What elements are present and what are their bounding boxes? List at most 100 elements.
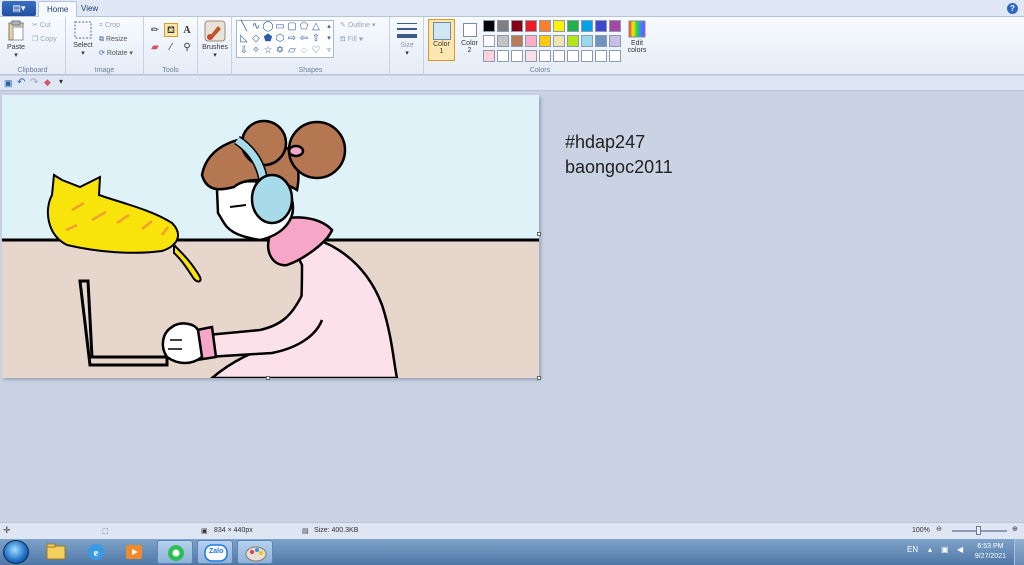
palette-swatch[interactable] xyxy=(483,50,495,62)
heart-shape-icon[interactable]: ♡ xyxy=(310,45,322,57)
pencil-icon[interactable]: ✏ xyxy=(148,23,162,37)
palette-swatch[interactable] xyxy=(525,20,537,32)
zoom-slider[interactable] xyxy=(952,526,1007,535)
color-picker-icon[interactable]: ⁄ xyxy=(164,40,178,54)
edit-colors-button[interactable]: Edit colors xyxy=(623,20,651,54)
left-arrow-shape-icon[interactable]: ⇦ xyxy=(298,33,310,45)
palette-swatch[interactable] xyxy=(539,20,551,32)
five-point-star-shape-icon[interactable]: ☆ xyxy=(262,45,274,57)
palette-swatch[interactable] xyxy=(581,50,593,62)
line-shape-icon[interactable]: ╲ xyxy=(238,21,250,33)
callout-shape-icon[interactable]: ▱ xyxy=(286,45,298,57)
right-arrow-shape-icon[interactable]: ⇨ xyxy=(286,33,298,45)
triangle-shape-icon[interactable]: △ xyxy=(310,21,322,33)
cut-button[interactable]: ✂ Cut xyxy=(32,20,51,32)
palette-swatch[interactable] xyxy=(581,35,593,47)
start-button[interactable] xyxy=(3,540,29,564)
brushes-button[interactable]: Brushes ▾ xyxy=(200,20,230,59)
palette-swatch[interactable] xyxy=(483,20,495,32)
save-icon[interactable]: ▣ xyxy=(4,78,13,89)
zoom-slider-thumb[interactable] xyxy=(976,526,981,535)
resize-button[interactable]: ⧉ Resize xyxy=(99,34,127,46)
palette-swatch[interactable] xyxy=(595,20,607,32)
up-arrow-shape-icon[interactable]: ⇧ xyxy=(310,33,322,45)
brushes-dropdown-icon[interactable]: ▾ xyxy=(200,51,230,59)
rounded-rectangle-shape-icon[interactable]: ▢ xyxy=(286,21,298,33)
text-tool-icon[interactable]: A xyxy=(180,23,194,37)
zoom-in-icon[interactable]: ⊕ xyxy=(1012,525,1018,533)
customize-qat-icon[interactable]: ▾ xyxy=(59,77,63,86)
outline-button[interactable]: ✎ Outline ▾ xyxy=(340,20,375,32)
palette-swatch[interactable] xyxy=(567,20,579,32)
diamond-shape-icon[interactable]: ◇ xyxy=(250,33,262,45)
six-point-star-shape-icon[interactable]: ✡ xyxy=(274,45,286,57)
palette-swatch[interactable] xyxy=(497,50,509,62)
language-indicator[interactable]: EN xyxy=(907,545,918,554)
media-player-taskbar-button[interactable] xyxy=(116,540,152,564)
canvas-resize-handle-corner[interactable] xyxy=(537,376,541,380)
palette-swatch[interactable] xyxy=(525,35,537,47)
eraser-icon[interactable]: ▰ xyxy=(148,40,162,54)
color-2-button[interactable]: Color 2 xyxy=(456,19,483,61)
palette-swatch[interactable] xyxy=(567,50,579,62)
palette-swatch[interactable] xyxy=(553,35,565,47)
hexagon-shape-icon[interactable]: ⬡ xyxy=(274,33,286,45)
right-triangle-shape-icon[interactable]: ◺ xyxy=(238,33,250,45)
palette-swatch[interactable] xyxy=(511,35,523,47)
size-dropdown-icon[interactable]: ▾ xyxy=(394,49,420,57)
curve-shape-icon[interactable]: ∿ xyxy=(250,21,262,33)
canvas-resize-handle-bottom[interactable] xyxy=(266,376,270,380)
paint-taskbar-button[interactable] xyxy=(237,540,273,564)
four-point-star-shape-icon[interactable]: ✧ xyxy=(250,45,262,57)
explorer-taskbar-button[interactable] xyxy=(38,540,74,564)
oval-callout-shape-icon[interactable]: ◌ xyxy=(298,45,310,57)
tab-view[interactable]: View xyxy=(73,1,106,17)
redo-icon[interactable]: ↷ xyxy=(30,77,38,88)
volume-icon[interactable]: ◀ xyxy=(957,545,963,554)
palette-swatch[interactable] xyxy=(609,20,621,32)
palette-swatch[interactable] xyxy=(539,50,551,62)
show-hidden-icons-icon[interactable]: ▴ xyxy=(928,545,932,554)
paste-dropdown-icon[interactable]: ▾ xyxy=(3,51,29,59)
network-icon[interactable]: ▣ xyxy=(941,545,949,554)
palette-swatch[interactable] xyxy=(581,20,593,32)
select-dropdown-icon[interactable]: ▾ xyxy=(70,49,96,57)
eraser-icon[interactable]: ◆ xyxy=(44,77,51,88)
palette-swatch[interactable] xyxy=(595,35,607,47)
rectangle-shape-icon[interactable]: ▭ xyxy=(274,21,286,33)
magnifier-icon[interactable]: ⚲ xyxy=(180,40,194,54)
palette-swatch[interactable] xyxy=(595,50,607,62)
canvas-resize-handle-right[interactable] xyxy=(537,232,541,236)
crop-button[interactable]: ⌗ Crop xyxy=(99,20,120,32)
palette-swatch[interactable] xyxy=(609,50,621,62)
fill-button[interactable]: ⛾ Fill ▾ xyxy=(340,34,363,46)
shapes-scroll-down-icon[interactable]: ▾ xyxy=(323,33,335,45)
copy-button[interactable]: ❐ Copy xyxy=(32,34,57,46)
drawing-canvas[interactable] xyxy=(2,95,539,378)
palette-swatch[interactable] xyxy=(553,50,565,62)
shapes-scroll-up-icon[interactable]: ▴ xyxy=(323,21,335,33)
palette-swatch[interactable] xyxy=(609,35,621,47)
ie-taskbar-button[interactable]: e xyxy=(78,540,114,564)
color-1-button[interactable]: Color 1 xyxy=(428,19,455,61)
palette-swatch[interactable] xyxy=(539,35,551,47)
paint-menu-button[interactable]: ▤▾ xyxy=(2,1,36,16)
zoom-out-icon[interactable]: ⊖ xyxy=(936,525,942,533)
shapes-gallery[interactable]: ╲ ∿ ◯ ▭ ▢ ⬠ △ ◺ ◇ ⬟ ⬡ ⇨ ⇦ ⇧ ⇩ ✧ ☆ ✡ ▱ ◌ … xyxy=(236,20,334,58)
select-button[interactable]: Select ▾ xyxy=(70,20,96,57)
pentagon-shape-icon[interactable]: ⬟ xyxy=(262,33,274,45)
system-clock[interactable]: 6:53 PM 9/27/2021 xyxy=(975,542,1006,562)
paste-button[interactable]: Paste ▾ xyxy=(3,20,29,59)
shapes-expand-icon[interactable]: ▿ xyxy=(323,45,335,57)
palette-swatch[interactable] xyxy=(553,20,565,32)
polygon-shape-icon[interactable]: ⬠ xyxy=(298,21,310,33)
undo-icon[interactable]: ↶ xyxy=(17,77,25,88)
palette-swatch[interactable] xyxy=(497,35,509,47)
oval-shape-icon[interactable]: ◯ xyxy=(262,21,274,33)
palette-swatch[interactable] xyxy=(497,20,509,32)
rotate-button[interactable]: ⟳ Rotate ▾ xyxy=(99,48,133,60)
size-button[interactable]: Size ▾ xyxy=(394,20,420,57)
palette-swatch[interactable] xyxy=(511,50,523,62)
down-arrow-shape-icon[interactable]: ⇩ xyxy=(238,45,250,57)
browser-taskbar-button[interactable] xyxy=(157,540,193,564)
